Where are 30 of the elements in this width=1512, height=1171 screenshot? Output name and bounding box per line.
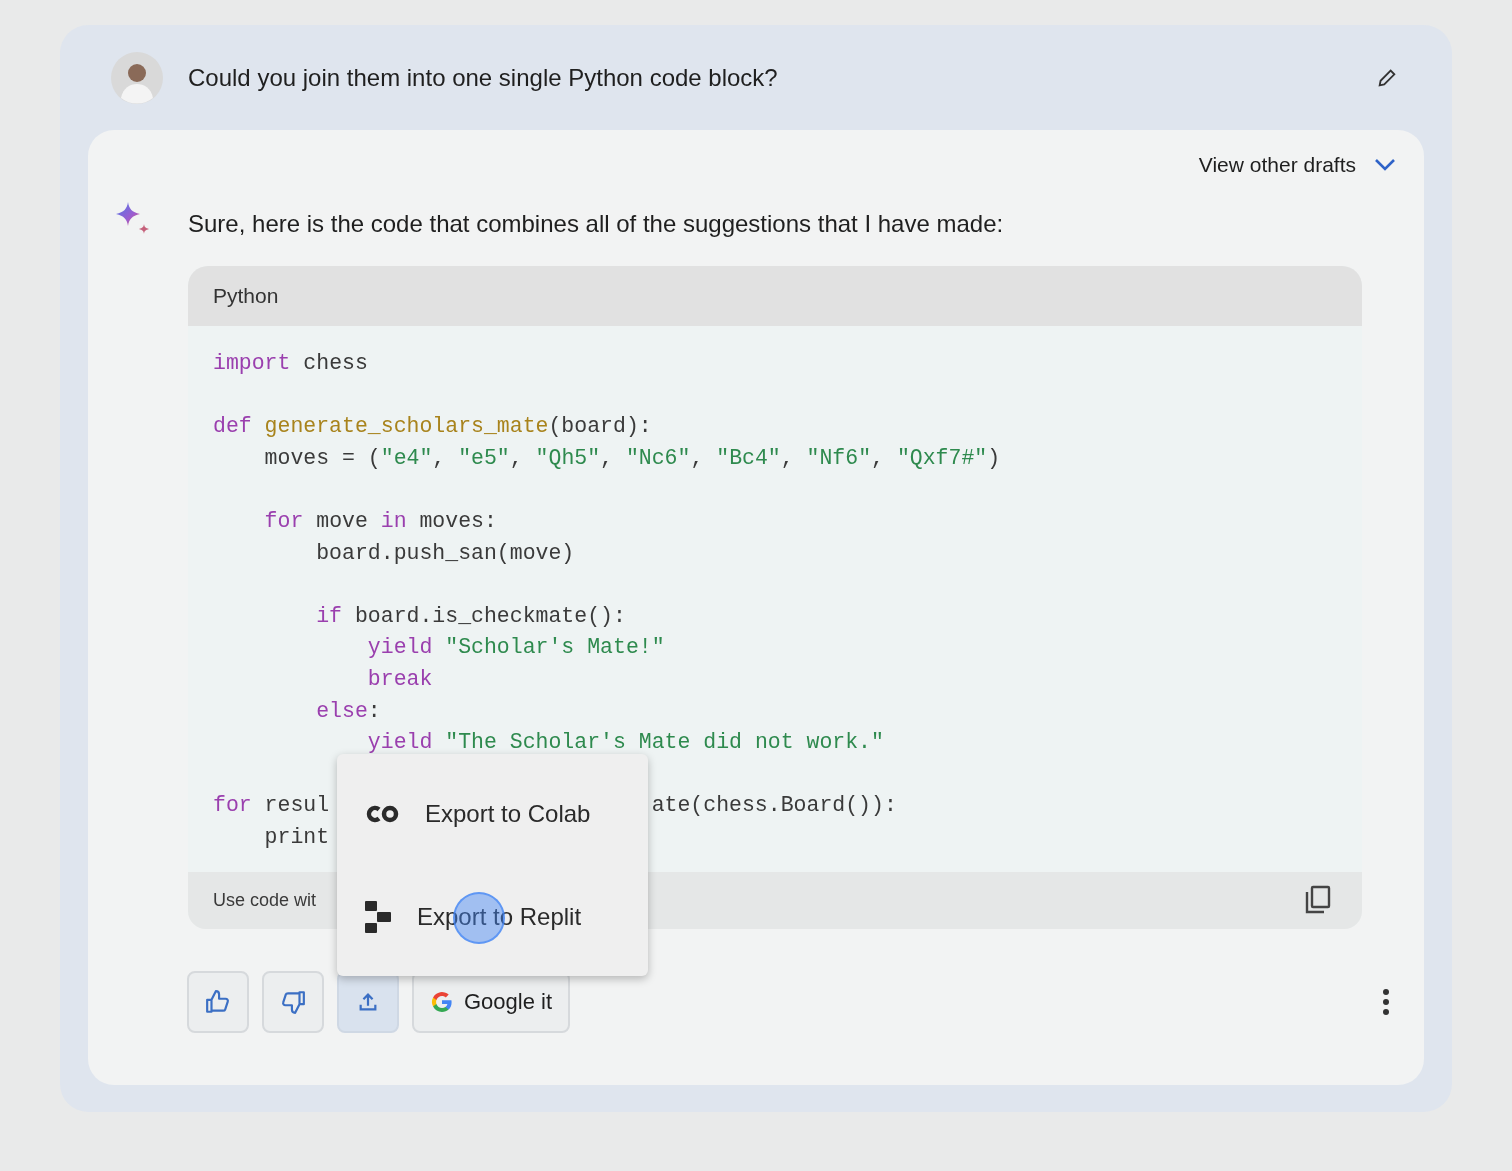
copy-icon[interactable] <box>1304 885 1332 915</box>
code-line: print <box>263 824 330 849</box>
code-language: Python <box>213 284 279 308</box>
code-line: break <box>366 666 433 691</box>
thumbs-up-button[interactable] <box>187 970 249 1033</box>
view-drafts-button[interactable]: View other drafts <box>1198 153 1356 177</box>
chevron-icon[interactable] <box>1374 158 1396 172</box>
code-line: import chess <box>213 351 368 375</box>
google-g-icon <box>430 989 454 1014</box>
user-prompt: Could you join them into one single Python code block? <box>188 63 779 92</box>
code-line: yield "The Scholar's Mate did not work." <box>366 730 884 755</box>
code-line: for resul <box>213 793 330 818</box>
thumbs-up-icon <box>205 988 231 1015</box>
export-menu-item[interactable]: Export to Colab <box>337 778 648 849</box>
code-line: ate(chess.Board()): <box>651 792 897 820</box>
user-avatar <box>111 51 163 104</box>
code-line: yield "Scholar's Mate!" <box>366 635 665 660</box>
code-line: def generate_scholars_mate(board): <box>213 414 652 439</box>
code-line: moves = ("e4", "e5", "Qh5", "Nc6", "Bc4", "Nf6", "Qxf7#") <box>263 445 1001 470</box>
more-options-icon[interactable] <box>1382 987 1390 1016</box>
code-line: board.push_san(move) <box>315 540 575 565</box>
thumbs-down-icon <box>280 988 306 1015</box>
colab-logo-icon <box>365 803 399 824</box>
code-line: for move in moves: <box>263 508 497 533</box>
replit-logo-icon <box>365 900 391 933</box>
use-code-label: Use code wit <box>213 889 317 911</box>
code-line: else: <box>315 698 381 723</box>
code-line: if board.is_checkmate(): <box>315 603 626 628</box>
thumbs-down-button[interactable] <box>262 970 324 1033</box>
response-text: Sure, here is the code that combines all of the suggestions that I have made: <box>188 209 1005 239</box>
